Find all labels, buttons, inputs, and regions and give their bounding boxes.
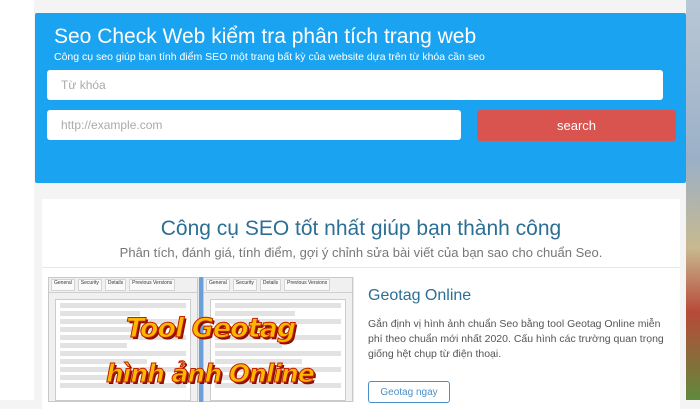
page-margin-left (0, 0, 34, 400)
thumbnail-title-line2: hình ảnh Online (106, 359, 316, 389)
section-title: Công cụ SEO tốt nhất giúp bạn thành công (160, 217, 562, 240)
section-subtitle: Phân tích, đánh giá, tính điểm, gợi ý ch… (119, 245, 603, 260)
search-button[interactable]: search (477, 110, 676, 141)
tool-card-title[interactable]: Geotag Online (368, 287, 471, 305)
tool-card-description: Gắn định vị hình ảnh chuẩn Seo bằng tool… (368, 318, 664, 360)
section-divider (42, 267, 680, 268)
side-banner-image (686, 0, 700, 400)
keyword-input[interactable] (47, 70, 663, 100)
hero-title: Seo Check Web kiểm tra phân tích trang w… (54, 25, 477, 48)
features-panel: Công cụ SEO tốt nhất giúp bạn thành công… (42, 199, 680, 409)
thumbnail-title-line1: Tool Geotag (125, 313, 296, 345)
hero-search-panel: Seo Check Web kiểm tra phân tích trang w… (35, 13, 686, 183)
url-input[interactable] (47, 110, 461, 140)
hero-subtitle: Công cụ seo giúp bạn tính điểm SEO một t… (54, 51, 485, 63)
geotag-thumbnail[interactable]: General Security Details Previous Versions … (48, 277, 354, 402)
